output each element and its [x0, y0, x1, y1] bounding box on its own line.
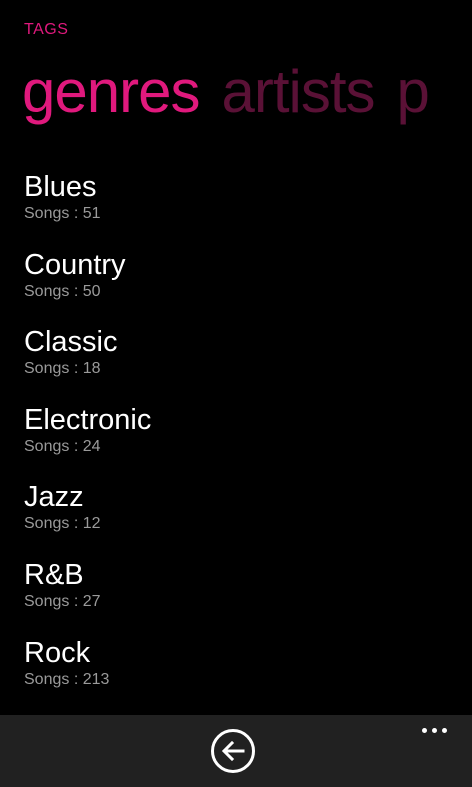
ellipsis-icon	[431, 727, 437, 733]
list-item-classic[interactable]: Classic Songs18	[24, 323, 454, 401]
app-title: TAGS	[24, 21, 69, 38]
list-item-blues[interactable]: Blues Songs51	[24, 168, 454, 246]
song-count: Songs12	[24, 514, 454, 534]
genre-name: Blues	[24, 171, 97, 203]
song-count: Songs18	[24, 359, 454, 379]
genre-list: Blues Songs51 Country Songs50 Classic So…	[24, 168, 454, 711]
genre-name: Electronic	[24, 403, 152, 436]
back-arrow-icon	[221, 741, 245, 761]
genre-name: Classic	[24, 326, 118, 359]
song-count: Songs24	[24, 437, 454, 457]
genre-name: Rock	[24, 636, 91, 669]
pivot-tab-genres[interactable]: genres	[22, 52, 200, 132]
genre-name: Jazz	[24, 481, 84, 514]
list-item-electronic[interactable]: Electronic Songs24	[24, 401, 454, 479]
pivot-tab-artists[interactable]: artists	[221, 52, 375, 132]
pivot-header: genres artists p	[22, 52, 472, 132]
song-count: Songs213	[24, 670, 454, 690]
list-item-rock[interactable]: Rock Songs213	[24, 634, 454, 712]
more-button[interactable]	[414, 717, 454, 743]
ellipsis-icon	[421, 727, 427, 733]
list-item-rnb[interactable]: R&B Songs27	[24, 556, 454, 634]
list-item-country[interactable]: Country Songs50	[24, 246, 454, 324]
song-count: Songs51	[24, 204, 454, 224]
genre-name: Country	[24, 248, 126, 281]
song-count: Songs27	[24, 592, 454, 612]
song-count: Songs50	[24, 282, 454, 302]
genre-name: R&B	[24, 558, 84, 591]
ellipsis-icon	[441, 727, 447, 733]
app-bar	[0, 715, 472, 787]
list-item-jazz[interactable]: Jazz Songs12	[24, 478, 454, 556]
pivot-tab-partial[interactable]: p	[397, 52, 430, 132]
back-button[interactable]	[211, 729, 255, 773]
